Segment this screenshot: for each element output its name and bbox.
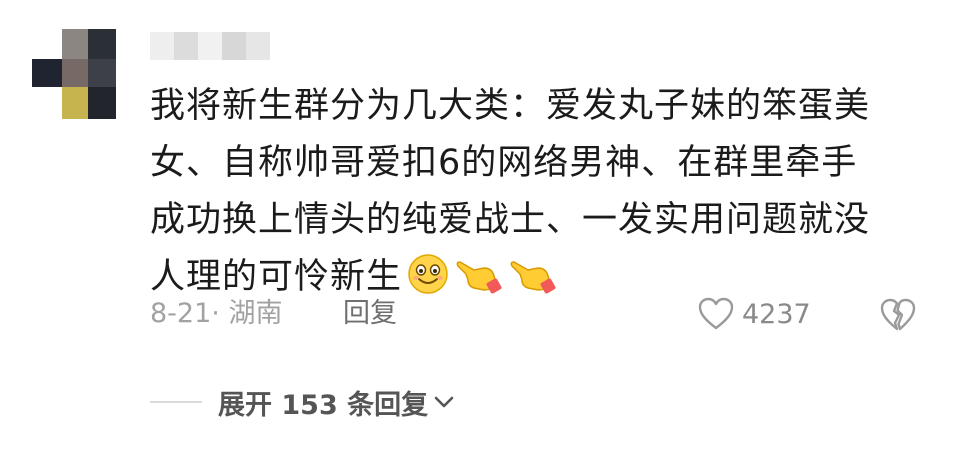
broken-heart-icon [880,298,916,331]
expand-replies-label: 展开 153 条回复 [218,389,429,421]
heart-outline-icon [698,297,734,330]
comment-text: 我将新生群分为几大类：爱发丸子妹的笨蛋美 女、自称帅哥爱扣6的网络男神、在群里牵… [150,78,920,306]
like-count: 4237 [742,298,811,330]
avatar[interactable] [32,29,116,119]
username-blurred[interactable] [150,32,270,60]
smile-emoji-icon [408,254,448,294]
divider-line [150,401,202,403]
date-location: 8-21· 湖南 [150,298,283,329]
expand-replies-button[interactable]: 展开 153 条回复 [150,382,454,422]
pointing-hand-icon [510,261,556,294]
pointing-hand-icon [456,261,502,294]
comment-line: 成功换上情头的纯爱战士、一发实用问题就没 [150,200,871,240]
emoji-group [406,252,558,296]
chevron-down-icon [434,396,454,408]
comment-line: 我将新生群分为几大类：爱发丸子妹的笨蛋美 [150,86,871,126]
comment-line: 人理的可怜新生 [150,257,403,297]
comment-line: 女、自称帅哥爱扣6的网络男神、在群里牵手 [150,143,858,183]
dislike-button[interactable] [880,298,916,336]
comment-card: 我将新生群分为几大类：爱发丸子妹的笨蛋美 女、自称帅哥爱扣6的网络男神、在群里牵… [0,0,960,455]
reply-button[interactable]: 回复 [343,294,397,334]
like-button[interactable]: 4237 [698,294,811,334]
